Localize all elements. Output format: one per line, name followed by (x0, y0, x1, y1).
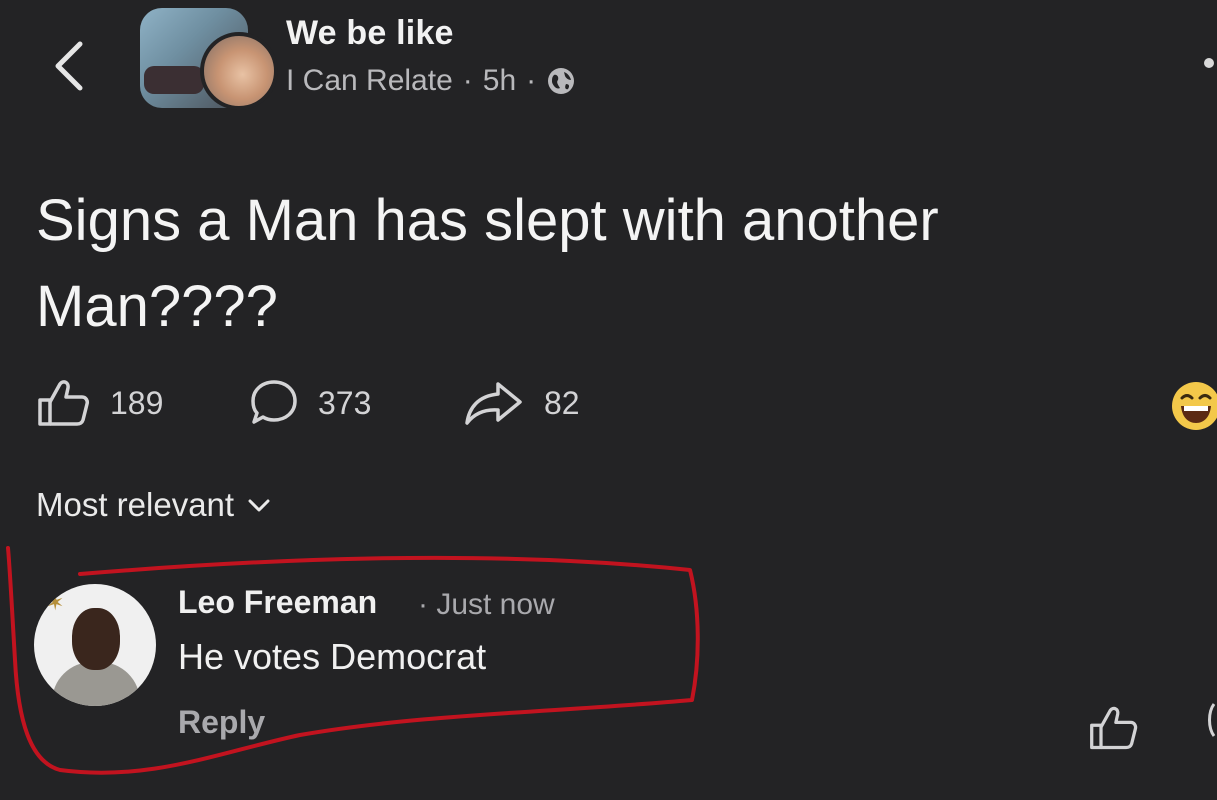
partial-icon-edge (1208, 703, 1216, 737)
comment-like-button[interactable] (1088, 702, 1140, 754)
chevron-down-icon (248, 499, 270, 512)
reply-button[interactable]: Reply (178, 704, 265, 741)
group-name[interactable]: We be like (286, 14, 454, 53)
chevron-left-icon (55, 41, 83, 91)
share-arrow-icon (465, 382, 522, 425)
back-button[interactable] (50, 38, 90, 94)
commenter-avatar[interactable]: ✶ (34, 584, 156, 706)
globe-icon (548, 68, 575, 94)
more-options-icon[interactable] (1204, 58, 1214, 68)
author-name[interactable]: I Can Relate (286, 64, 453, 98)
meta-separator: · (526, 64, 537, 97)
sort-label: Most relevant (36, 486, 235, 523)
comment-sort-dropdown[interactable]: Most relevant (36, 486, 272, 524)
red-circle-annotation (6, 546, 700, 775)
comment-time: · Just now (418, 588, 555, 621)
comment-bubble-icon (251, 380, 297, 424)
comment-author[interactable]: Leo Freeman (178, 584, 377, 621)
thumbs-up-icon (38, 380, 89, 426)
laughing-emoji-icon[interactable] (1172, 382, 1217, 430)
thumbs-up-icon (1090, 706, 1138, 750)
share-count: 82 (544, 384, 580, 421)
comment-count: 373 (318, 384, 372, 421)
post-meta: I Can Relate · 5h · (286, 64, 576, 98)
comment-text: He votes Democrat (178, 636, 487, 677)
group-avatar-car-shape (144, 66, 204, 94)
like-count: 189 (110, 384, 164, 421)
post-text: Signs a Man has slept with another Man??… (36, 188, 939, 339)
sheriff-badge-icon: ✶ (46, 590, 65, 615)
meta-separator: · (462, 64, 473, 97)
avatar-face-shape (72, 608, 120, 670)
post-time[interactable]: 5h (483, 64, 516, 98)
comment-stat[interactable]: 373 (248, 378, 371, 428)
like-stat[interactable]: 189 (36, 378, 163, 428)
author-avatar[interactable] (200, 32, 278, 110)
share-stat[interactable]: 82 (462, 378, 580, 428)
